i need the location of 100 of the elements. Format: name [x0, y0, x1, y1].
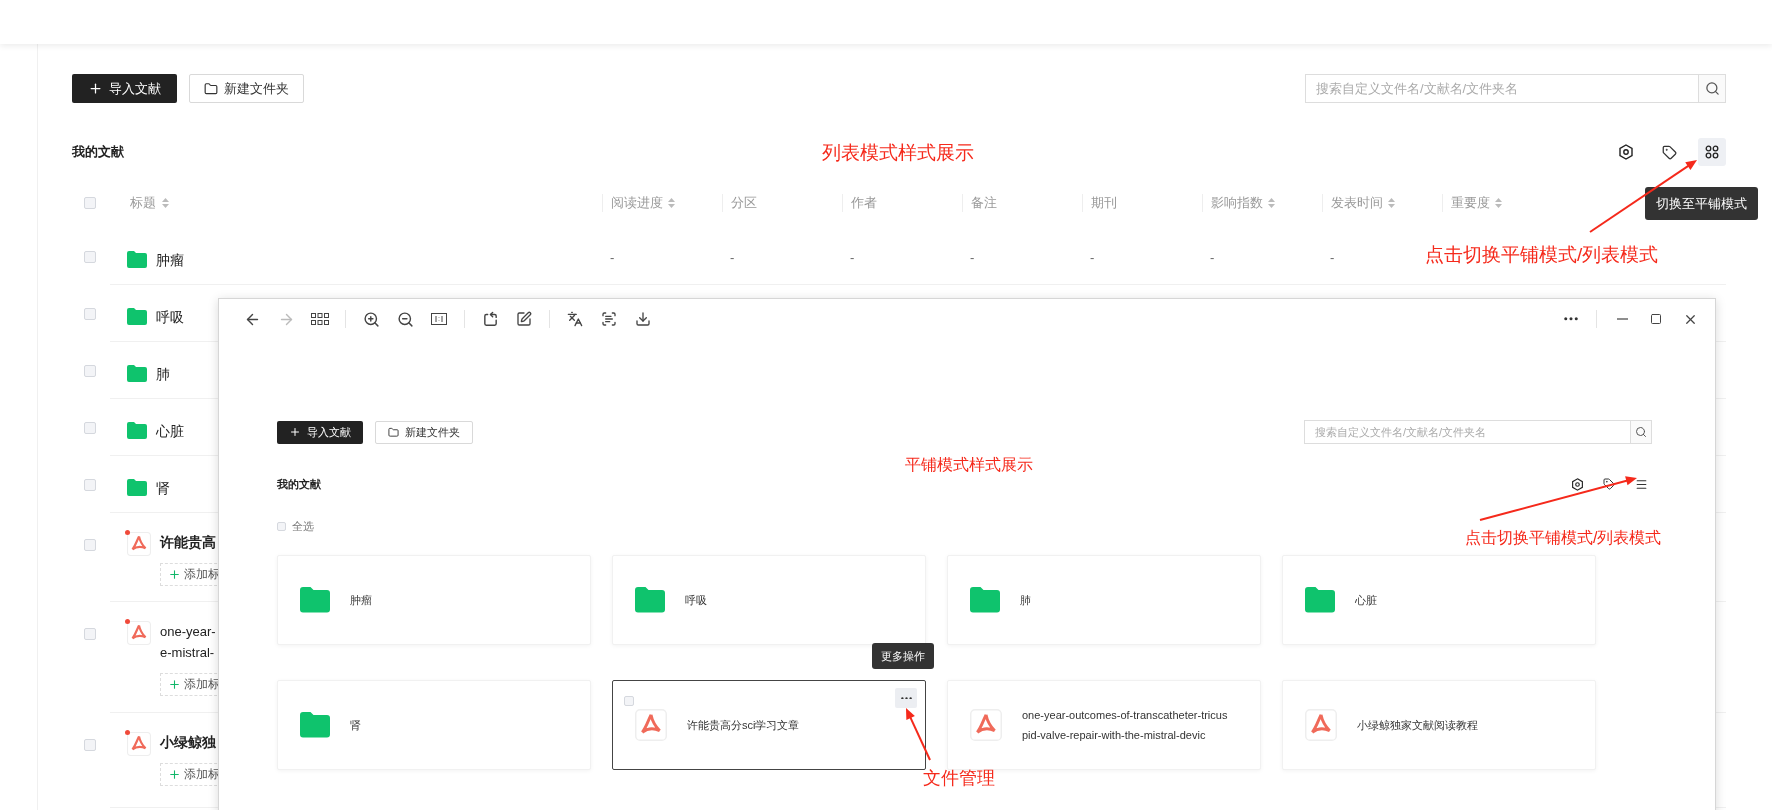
folder-name[interactable]: 肺 — [156, 364, 170, 385]
annotation-text: 平铺模式样式展示 — [905, 455, 1033, 475]
settings-icon — [1618, 144, 1634, 160]
annotation-text: 点击切换平铺模式/列表模式 — [1425, 243, 1659, 267]
document-title: one-year-outcomes-of-transcatheter-tricus pid-valve-repair-with-the-mistral-devic — [1022, 708, 1228, 743]
pdf-icon — [635, 709, 667, 741]
folder-card[interactable]: 肾 — [277, 680, 591, 770]
folder-name: 肾 — [350, 718, 361, 733]
maximize-icon — [1650, 313, 1662, 325]
folder-name: 呼吸 — [685, 593, 707, 608]
table-cell: - — [1330, 250, 1335, 265]
folder-icon — [127, 479, 147, 496]
search-button[interactable] — [1630, 420, 1652, 444]
document-title[interactable]: 许能贵高 — [160, 532, 222, 553]
column-header: 阅读进度 — [611, 194, 663, 212]
column-header: 标题 — [130, 194, 156, 212]
zoom-in-icon — [362, 310, 380, 328]
search-input[interactable]: 搜索自定义文件名/文献名/文件夹名 — [1305, 74, 1698, 103]
folder-icon — [300, 587, 330, 613]
pdf-icon — [1305, 709, 1337, 741]
annotation-arrow — [906, 708, 931, 761]
section-title: 我的文献 — [277, 476, 321, 492]
folder-name[interactable]: 呼吸 — [156, 307, 184, 328]
table-cell: - — [850, 250, 855, 265]
annotation-text: 列表模式样式展示 — [822, 141, 974, 165]
translate-icon — [567, 311, 583, 327]
tiles-icon — [1705, 145, 1719, 159]
folder-name: 心脏 — [1355, 593, 1377, 608]
table-cell: - — [1210, 250, 1215, 265]
folder-icon — [127, 365, 147, 382]
plus-icon — [289, 426, 301, 438]
search-input[interactable]: 搜索自定义文件名/文献名/文件夹名 — [1304, 420, 1630, 444]
checkbox[interactable] — [84, 422, 96, 434]
checkbox[interactable] — [277, 521, 286, 531]
new-folder-button[interactable]: 新建文件夹 — [375, 420, 473, 444]
column-header: 发表时间 — [1331, 194, 1383, 212]
section-title: 我的文献 — [72, 143, 124, 161]
folder-name[interactable]: 肾 — [156, 478, 170, 499]
search-button[interactable] — [1698, 74, 1726, 103]
thumbnails-icon — [311, 313, 329, 325]
checkbox[interactable] — [84, 628, 96, 640]
document-card[interactable]: 小绿鲸独家文献阅读教程 — [1282, 680, 1596, 770]
new-folder-button[interactable]: 新建文件夹 — [189, 74, 304, 103]
folder-icon — [1305, 587, 1335, 613]
column-header: 分区 — [731, 194, 757, 212]
table-cell: - — [970, 250, 975, 265]
tooltip: 更多操作 — [872, 643, 934, 669]
download-icon — [635, 311, 651, 327]
checkbox[interactable] — [84, 739, 96, 751]
document-title[interactable]: one-year- e-mistral- — [160, 621, 222, 663]
tag-icon — [1603, 478, 1615, 490]
folder-card[interactable]: 心脏 — [1282, 555, 1596, 645]
column-header: 期刊 — [1091, 194, 1117, 212]
folder-icon — [635, 587, 665, 613]
document-card[interactable]: one-year-outcomes-of-transcatheter-tricus pid-valve-repair-with-the-mistral-devic — [947, 680, 1261, 770]
import-button[interactable]: 导入文献 — [277, 420, 363, 444]
plus-icon — [88, 81, 103, 96]
document-title: 小绿鲸独家文献阅读教程 — [1357, 718, 1478, 733]
pdf-icon — [127, 621, 151, 645]
tag-icon — [1661, 144, 1677, 160]
minimize-icon — [1616, 318, 1628, 320]
select-all-label[interactable]: 全选 — [292, 518, 314, 534]
folder-card[interactable]: 呼吸 — [612, 555, 926, 645]
folder-name: 肺 — [1020, 593, 1031, 608]
settings-icon — [1570, 477, 1584, 491]
rotate-icon — [481, 310, 499, 328]
folder-icon — [127, 308, 147, 325]
checkbox[interactable] — [84, 197, 96, 209]
pdf-icon — [970, 709, 1002, 741]
more-button[interactable] — [895, 688, 917, 708]
more-icon — [900, 696, 912, 700]
folder-icon — [388, 426, 399, 438]
search-icon — [1704, 81, 1720, 96]
import-button[interactable]: 导入文献 — [72, 74, 177, 103]
folder-name[interactable]: 心脏 — [156, 421, 184, 442]
table-cell: - — [610, 250, 615, 265]
more-icon — [1564, 317, 1578, 321]
folder-icon — [127, 422, 147, 439]
folder-icon — [970, 587, 1000, 613]
plus-icon — [168, 678, 181, 691]
column-header: 重要度 — [1451, 194, 1490, 212]
actual-size-icon — [431, 313, 447, 325]
view-switch-button[interactable] — [1698, 138, 1726, 166]
folder-name[interactable]: 肿瘤 — [156, 250, 184, 271]
checkbox[interactable] — [624, 696, 634, 706]
checkbox[interactable] — [84, 251, 96, 263]
folder-name: 肿瘤 — [350, 593, 372, 608]
document-card[interactable]: 许能贵高分sci学习文章 — [612, 680, 926, 770]
folder-card[interactable]: 肺 — [947, 555, 1261, 645]
folder-icon — [127, 251, 147, 268]
document-title[interactable]: 小绿鲸独 — [160, 732, 222, 753]
folder-card[interactable]: 肿瘤 — [277, 555, 591, 645]
checkbox[interactable] — [84, 308, 96, 320]
annotation-text: 文件管理 — [923, 767, 995, 790]
checkbox[interactable] — [84, 539, 96, 551]
pdf-icon — [127, 532, 151, 556]
checkbox[interactable] — [84, 479, 96, 491]
search-icon — [1635, 426, 1647, 438]
checkbox[interactable] — [84, 365, 96, 377]
menu-icon — [1634, 477, 1648, 491]
